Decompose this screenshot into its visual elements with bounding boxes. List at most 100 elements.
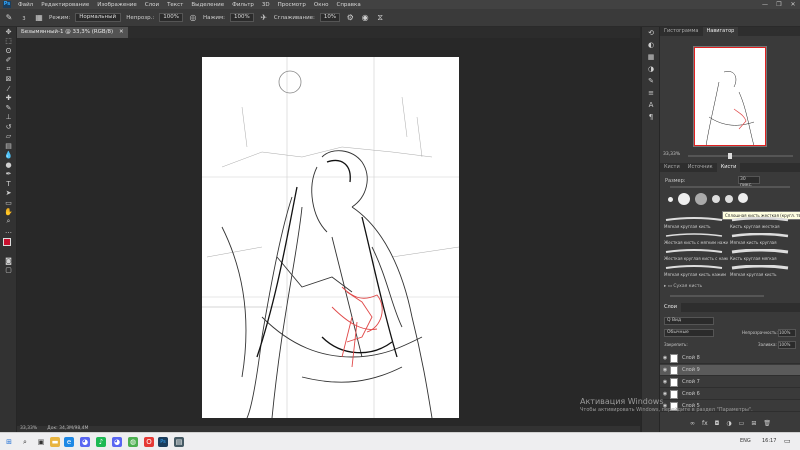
- chrome-icon[interactable]: ◍: [128, 437, 138, 447]
- menu-type[interactable]: Текст: [163, 2, 187, 8]
- menu-layers[interactable]: Слои: [141, 2, 163, 8]
- character-panel-icon[interactable]: A: [642, 99, 660, 111]
- brush-preset[interactable]: Жесткая круглая кисть с нажимом: [664, 249, 728, 263]
- brush-tip-1[interactable]: [668, 197, 673, 202]
- gear-icon[interactable]: ⚙: [345, 13, 355, 23]
- layer-row[interactable]: ◉ Слой 8: [660, 353, 800, 364]
- path-select-tool-icon[interactable]: ➤: [0, 189, 17, 199]
- canvas[interactable]: [202, 57, 460, 419]
- brush-preset[interactable]: Кисть круглая жесткая: [730, 217, 794, 231]
- stamp-tool-icon[interactable]: ⊥: [0, 113, 17, 123]
- tab-histogram[interactable]: Гистограмма: [660, 27, 703, 36]
- spotify-icon[interactable]: ♪: [96, 437, 106, 447]
- tab-brushes[interactable]: Кисти: [716, 163, 741, 172]
- history-brush-tool-icon[interactable]: ↺: [0, 122, 17, 132]
- menu-image[interactable]: Изображение: [93, 2, 141, 8]
- brush-tool-icon[interactable]: ✎: [0, 103, 17, 113]
- brush-size-field[interactable]: 30 пикс.: [738, 176, 760, 188]
- lasso-tool-icon[interactable]: ʘ: [0, 46, 17, 56]
- blend-mode-select[interactable]: Обычные: [664, 329, 714, 337]
- eye-icon[interactable]: ◉: [660, 355, 670, 361]
- brush-tip-6[interactable]: [738, 193, 748, 203]
- brush-tip-4[interactable]: [712, 195, 720, 203]
- navigator-thumbnail[interactable]: [693, 46, 767, 147]
- layer-filter-select[interactable]: Q Вид: [664, 317, 714, 325]
- flow-field[interactable]: 100%: [230, 13, 254, 22]
- trash-icon[interactable]: 🗑: [763, 420, 771, 432]
- discord-icon[interactable]: ◕: [80, 437, 90, 447]
- keyboard-language[interactable]: ENG: [740, 438, 751, 444]
- notifications-icon[interactable]: ▭: [784, 437, 791, 445]
- mode-select[interactable]: Нормальный: [75, 13, 122, 22]
- tab-layers[interactable]: Слои: [660, 303, 681, 312]
- brush-tip-2[interactable]: [678, 193, 690, 205]
- brush-preset[interactable]: Мягкая кисть круглая: [730, 233, 794, 247]
- brush-preset[interactable]: Мягкая круглая кисть нажим: [664, 265, 728, 279]
- opacity-field[interactable]: 100%: [159, 13, 183, 22]
- file-explorer-icon[interactable]: ▬: [50, 437, 60, 447]
- brush-tool-icon[interactable]: ✎: [4, 13, 14, 23]
- mask-icon[interactable]: ◘: [715, 420, 720, 432]
- menu-file[interactable]: Файл: [14, 2, 37, 8]
- app-logo[interactable]: Ps: [0, 0, 14, 9]
- brush-tip-5[interactable]: [725, 195, 733, 203]
- foreground-color-swatch[interactable]: [3, 238, 11, 246]
- brush-preset[interactable]: Мягкая круглая кисть: [730, 265, 794, 279]
- link-icon[interactable]: ∞: [690, 420, 695, 432]
- healing-tool-icon[interactable]: ✚: [0, 94, 17, 104]
- layer-opacity-field[interactable]: 100%: [778, 329, 796, 337]
- more-tools-icon[interactable]: …: [0, 227, 17, 237]
- layer-row-selected[interactable]: ◉ Слой 9: [660, 365, 800, 376]
- hand-tool-icon[interactable]: ✋: [0, 208, 17, 218]
- move-tool-icon[interactable]: ✥: [0, 27, 17, 37]
- marquee-tool-icon[interactable]: ⬚: [0, 37, 17, 47]
- eye-icon[interactable]: ◉: [660, 379, 670, 385]
- navigator-zoom[interactable]: 33,33%: [663, 152, 680, 157]
- layer-row[interactable]: ◉ Слой 7: [660, 377, 800, 388]
- swatches-panel-icon[interactable]: ▦: [642, 51, 660, 63]
- adjustments-panel-icon[interactable]: ◑: [642, 63, 660, 75]
- tab-navigator[interactable]: Навигатор: [702, 27, 739, 36]
- pen-tool-icon[interactable]: ✒: [0, 170, 17, 180]
- brush-size-slider[interactable]: [670, 186, 790, 188]
- new-layer-icon[interactable]: ⊞: [751, 420, 756, 432]
- eyedropper-tool-icon[interactable]: ⁄: [0, 84, 17, 94]
- navigator-zoom-slider[interactable]: [688, 153, 793, 159]
- menu-help[interactable]: Справка: [332, 2, 364, 8]
- brush-preset[interactable]: Мягкая круглая кисть: [664, 217, 728, 231]
- airbrush-icon[interactable]: ✈: [259, 13, 269, 23]
- chat-app-icon[interactable]: ◕: [112, 437, 122, 447]
- minimize-button[interactable]: —: [758, 0, 772, 9]
- dodge-tool-icon[interactable]: ●: [0, 160, 17, 170]
- paragraph-panel-icon[interactable]: ¶: [642, 111, 660, 123]
- frame-tool-icon[interactable]: ⊠: [0, 75, 17, 85]
- edge-icon[interactable]: e: [64, 437, 74, 447]
- adjustment-icon[interactable]: ◑: [726, 420, 731, 432]
- crop-tool-icon[interactable]: ⌗: [0, 65, 17, 75]
- blur-tool-icon[interactable]: 💧: [0, 151, 17, 161]
- properties-panel-icon[interactable]: ≡: [642, 87, 660, 99]
- task-view-icon[interactable]: ▣: [36, 437, 46, 447]
- type-tool-icon[interactable]: T: [0, 179, 17, 189]
- eye-icon[interactable]: ◉: [660, 367, 670, 373]
- screen-mode-icon[interactable]: ▢: [0, 266, 17, 276]
- menu-3d[interactable]: 3D: [258, 2, 274, 8]
- smoothing-field[interactable]: 10%: [319, 13, 341, 22]
- windows-start-icon[interactable]: ⊞: [4, 437, 14, 447]
- brush-settings-icon[interactable]: ▦: [34, 13, 44, 23]
- photoshop-taskbar-icon[interactable]: Ps: [158, 437, 168, 447]
- menu-edit[interactable]: Редактирование: [37, 2, 93, 8]
- menu-window[interactable]: Окно: [310, 2, 333, 8]
- close-button[interactable]: ✕: [786, 0, 800, 9]
- quick-mask-icon[interactable]: ◙: [0, 256, 17, 266]
- app-taskbar-icon[interactable]: ▤: [174, 437, 184, 447]
- fill-field[interactable]: 100%: [778, 341, 796, 349]
- navigator-view-box[interactable]: [694, 47, 766, 146]
- brush-preview-slider[interactable]: [670, 295, 764, 297]
- restore-button[interactable]: ❐: [772, 0, 786, 9]
- folder-icon[interactable]: ▭: [739, 420, 745, 432]
- brush-tip-3[interactable]: [695, 193, 707, 205]
- history-panel-icon[interactable]: ⟲: [642, 27, 660, 39]
- brush-settings-panel-icon[interactable]: ✎: [642, 75, 660, 87]
- tab-brushes-left[interactable]: Кисти: [660, 163, 684, 172]
